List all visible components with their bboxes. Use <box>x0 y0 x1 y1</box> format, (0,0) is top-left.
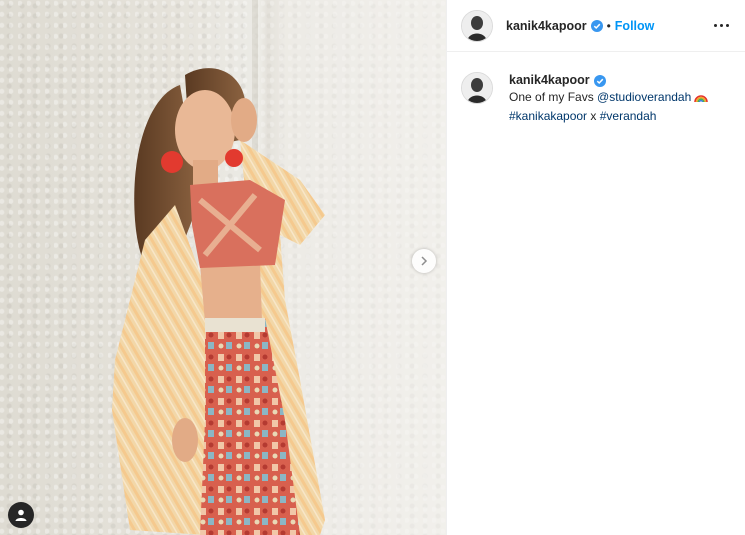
post-sidebar: kanik4kapoor • Follow kanik4kapoor One o… <box>446 0 745 535</box>
avatar[interactable] <box>461 9 493 42</box>
instagram-post: kanik4kapoor • Follow kanik4kapoor One o… <box>0 0 745 535</box>
next-image-button[interactable] <box>412 249 436 273</box>
caption-text: One of my Favs @studioverandah #kanikakap… <box>509 89 709 125</box>
chevron-right-icon <box>421 256 428 266</box>
caption-text-start: One of my Favs <box>509 90 598 104</box>
post-caption: kanik4kapoor One of my Favs @studioveran… <box>447 52 745 125</box>
caption-body: kanik4kapoor One of my Favs @studioveran… <box>509 72 709 125</box>
user-tag-icon <box>15 509 27 521</box>
rainbow-emoji-icon <box>694 91 709 108</box>
caption-joiner: x <box>587 109 600 123</box>
post-image[interactable] <box>0 0 446 535</box>
verified-badge-icon <box>593 74 606 87</box>
mention-link[interactable]: @studioverandah <box>597 90 691 104</box>
caption-username[interactable]: kanik4kapoor <box>509 72 590 89</box>
follow-button[interactable]: Follow <box>615 19 655 33</box>
separator-dot: • <box>606 18 611 33</box>
more-options-icon[interactable] <box>712 18 732 34</box>
user-tags-button[interactable] <box>8 502 34 528</box>
profile-photo <box>462 73 492 103</box>
caption-avatar[interactable] <box>461 72 493 104</box>
post-header: kanik4kapoor • Follow <box>447 0 745 52</box>
post-username[interactable]: kanik4kapoor <box>506 19 587 33</box>
verified-badge-icon <box>590 19 603 32</box>
hashtag-link[interactable]: #verandah <box>600 109 657 123</box>
hashtag-link[interactable]: #kanikakapoor <box>509 109 587 123</box>
profile-photo <box>462 10 492 41</box>
post-photo <box>112 0 446 535</box>
